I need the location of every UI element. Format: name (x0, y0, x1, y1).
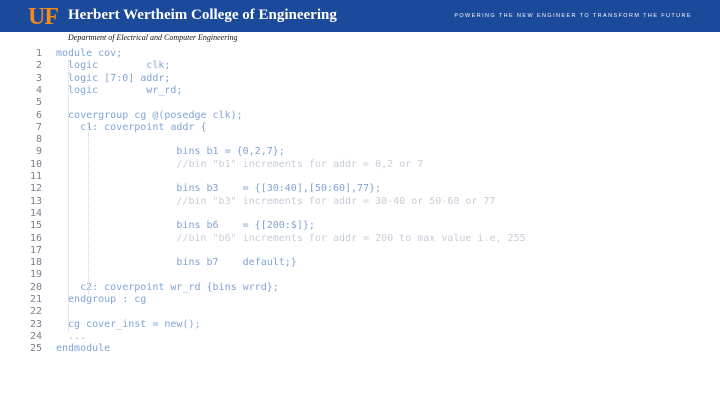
line-number: 6 (35, 109, 42, 121)
line-number: 10 (29, 158, 42, 170)
line-number: 11 (29, 171, 42, 182)
line-number: 4 (35, 84, 42, 96)
line-number: 18 (29, 257, 42, 269)
line-number: 2 (35, 60, 42, 72)
indent-guide (88, 121, 89, 294)
line-number: 1 (35, 48, 42, 59)
code-text: endgroup : cg (56, 294, 147, 305)
code-text: bins b1 = {0,2,7}; (56, 146, 285, 158)
code-text: bins b7 default;} (56, 257, 297, 269)
code-text: bins b3 = {[30:40],[50:60],77}; (56, 183, 382, 195)
department-subtitle: Department of Electrical and Computer En… (68, 33, 238, 42)
line-number: 24 (29, 330, 42, 342)
code-text: module cov; (56, 48, 123, 59)
code-text: logic clk; (56, 60, 171, 72)
uf-logo[interactable]: UF (28, 4, 59, 30)
line-number: 20 (29, 281, 42, 293)
code-text: cg cover_inst = new(); (56, 318, 201, 330)
code-text: c1: coverpoint addr { (56, 121, 207, 133)
code-text: c2: coverpoint wr_rd {bins wrrd}; (56, 281, 279, 293)
code-text: endmodule (56, 343, 111, 355)
line-number: 9 (35, 146, 42, 158)
line-number: 8 (35, 134, 42, 146)
tagline: POWERING THE NEW ENGINEER TO TRANSFORM T… (454, 13, 692, 19)
indent-guide (68, 60, 69, 331)
code-text: //bin "b6" increments for addr = 200 to … (56, 232, 526, 244)
code-text: ... (56, 330, 87, 342)
code-text: //bin "b3" increments for addr = 30-40 o… (56, 195, 496, 207)
line-number: 17 (29, 244, 42, 256)
college-title: Herbert Wertheim College of Engineering (68, 7, 337, 23)
code-text: logic [7:0] addr; (56, 72, 171, 84)
code-text: logic wr_rd; (56, 84, 183, 96)
line-number: 7 (35, 121, 42, 133)
line-number: 12 (29, 183, 42, 195)
code-text: //bin "b1" increments for addr = 0,2 or … (56, 158, 424, 170)
header-banner: UF Herbert Wertheim College of Engineeri… (0, 0, 720, 32)
line-number: 15 (29, 220, 42, 232)
line-number: 22 (29, 306, 42, 318)
code-text: covergroup cg @(posedge clk); (56, 109, 243, 121)
line-number: 13 (29, 195, 42, 207)
line-number: 19 (29, 269, 42, 281)
uf-logo-text: UF (28, 4, 59, 30)
line-number: 3 (35, 72, 42, 84)
code-text: bins b6 = {[200:$]}; (56, 220, 315, 232)
line-number: 5 (35, 97, 42, 109)
code-block: 1 module cov; 2 logic clk; 3 logic [7:0] ad… (20, 48, 710, 405)
line-number: 16 (29, 232, 42, 244)
line-number: 25 (29, 343, 42, 355)
line-number: 23 (29, 318, 42, 330)
line-number: 14 (29, 207, 42, 219)
line-number: 21 (29, 294, 42, 305)
